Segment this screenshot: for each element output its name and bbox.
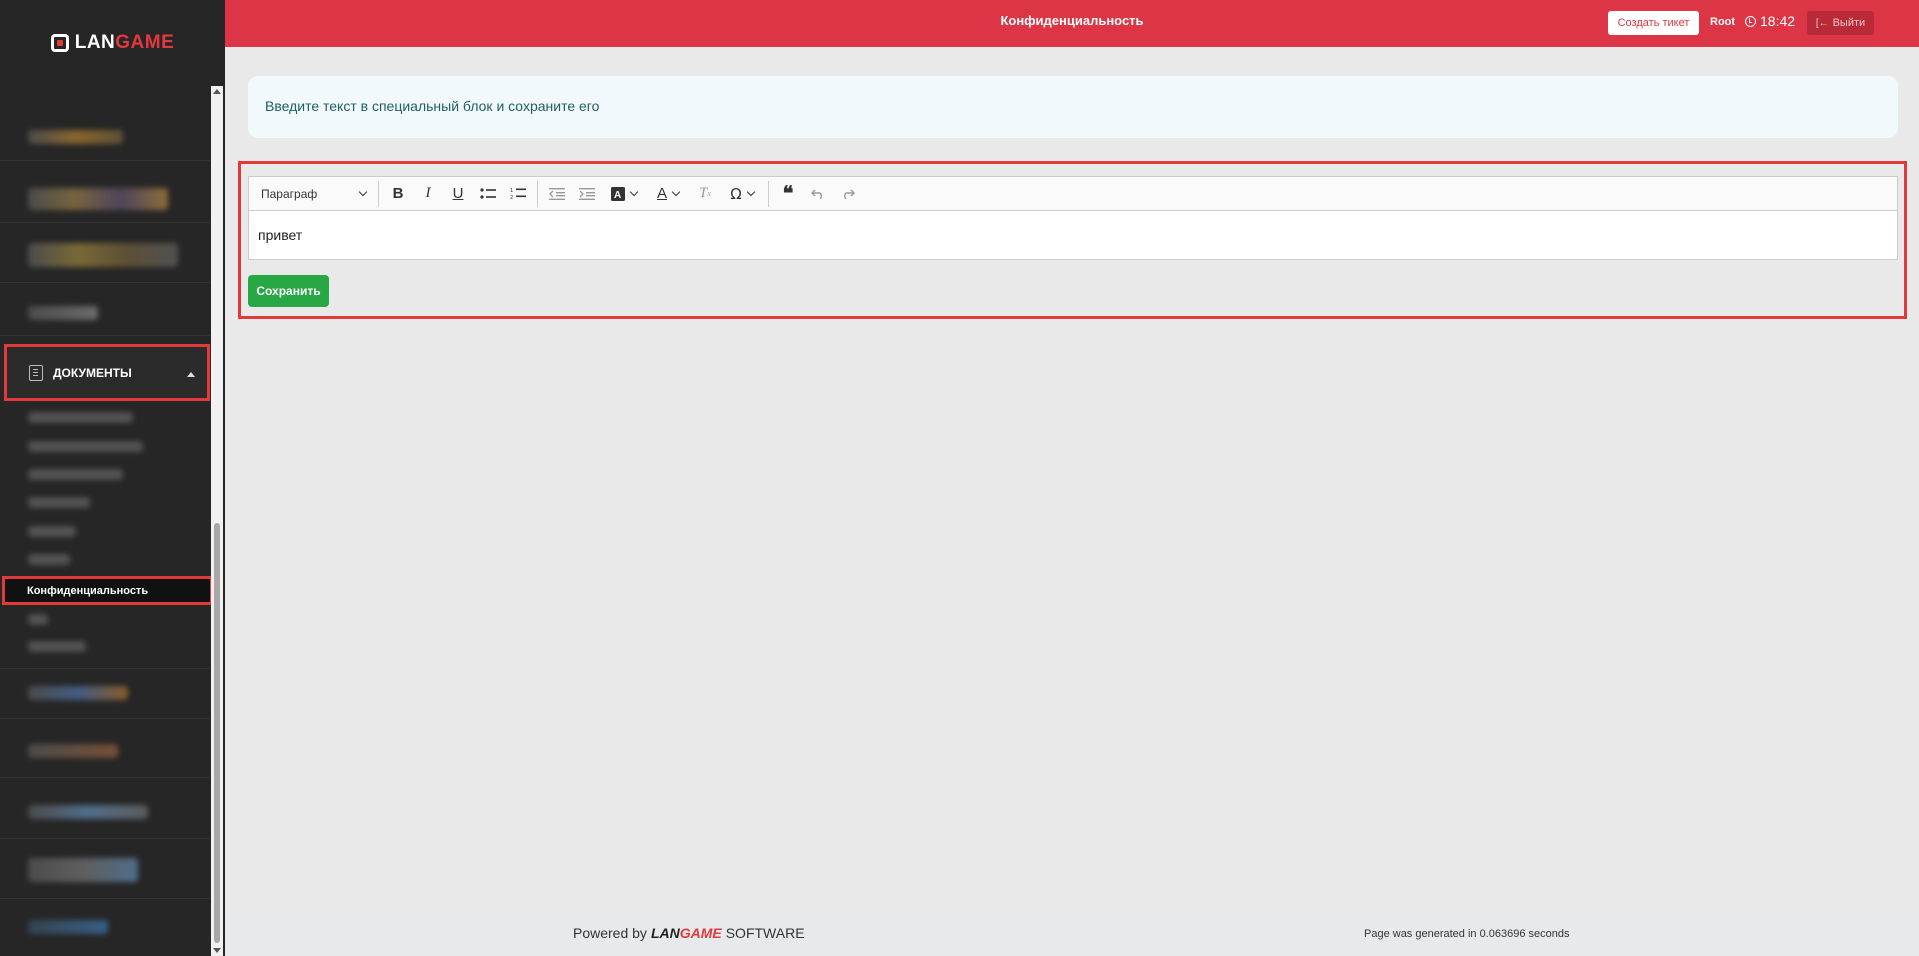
toolbar-divider [378, 180, 379, 207]
clock-time: 18:42 [1760, 13, 1796, 29]
chevron-down-icon [629, 187, 639, 197]
sidebar: LANGAME ДОКУМЕНТЫ Конфиденциальность [0, 0, 225, 956]
svg-text:2: 2 [510, 195, 513, 200]
caret-up-icon [187, 372, 195, 377]
submenu-item-blurred[interactable] [28, 554, 70, 565]
footer: Powered by LANGAME SOFTWARE Page was gen… [225, 910, 1919, 956]
chevron-down-icon [671, 187, 681, 197]
powered-by-label: Powered by [573, 925, 647, 941]
sidebar-item-documents[interactable]: ДОКУМЕНТЫ [4, 344, 210, 401]
sidebar-item-label: Конфиденциальность [27, 584, 149, 597]
create-ticket-button[interactable]: Создать тикет [1608, 11, 1699, 35]
font-color-icon[interactable]: A [646, 180, 690, 208]
scrollbar-thumb[interactable] [214, 523, 220, 943]
sidebar-divider [0, 777, 210, 778]
sidebar-divider [0, 898, 210, 899]
submenu-item-blurred[interactable] [28, 641, 86, 652]
paragraph-format-select[interactable]: Параграф [261, 187, 374, 201]
sidebar-item-blurred[interactable] [28, 920, 108, 934]
info-message: Введите текст в специальный блок и сохра… [248, 76, 1898, 138]
editor-content-area[interactable]: привет [248, 211, 1898, 260]
svg-text:1: 1 [510, 188, 513, 194]
user-name[interactable]: Root [1710, 16, 1735, 28]
generation-time: Page was generated in 0.063696 seconds [1364, 928, 1570, 940]
outdent-icon[interactable] [542, 180, 572, 208]
submenu-item-blurred[interactable] [28, 469, 123, 480]
logout-button[interactable]: [← Выйти [1807, 11, 1874, 35]
redo-icon[interactable] [833, 180, 863, 208]
footer-brand-logo[interactable]: LANGAME [651, 925, 722, 941]
powered-by: Powered by LANGAME SOFTWARE [573, 925, 805, 941]
sidebar-item-blurred[interactable] [28, 858, 138, 882]
highlight-color-icon[interactable]: A [602, 180, 646, 208]
sidebar-item-blurred[interactable] [28, 306, 98, 320]
top-bar: Конфиденциальность Создать тикет Root 18… [225, 0, 1919, 47]
underline-icon[interactable]: U [443, 180, 473, 208]
remove-format-icon[interactable]: Tx [690, 180, 720, 208]
blockquote-icon[interactable]: ❝ [773, 180, 803, 208]
bold-icon[interactable]: B [383, 180, 413, 208]
bulleted-list-icon[interactable] [473, 180, 503, 208]
save-button[interactable]: Сохранить [248, 275, 329, 307]
italic-icon[interactable]: I [413, 180, 443, 208]
toolbar-divider [537, 180, 538, 207]
sidebar-divider [0, 838, 210, 839]
sidebar-divider [0, 718, 210, 719]
editor-toolbar: Параграф B I U 12 A A Tx Ω ❝ [248, 176, 1898, 211]
toolbar-divider [768, 180, 769, 207]
sidebar-item-blurred[interactable] [28, 130, 123, 144]
sidebar-divider [0, 335, 210, 336]
indent-icon[interactable] [572, 180, 602, 208]
logo-text-prefix: LAN [74, 31, 116, 53]
footer-brand-suffix: GAME [679, 925, 722, 941]
submenu-item-blurred[interactable] [28, 412, 133, 423]
submenu-item-blurred[interactable] [28, 526, 76, 537]
sidebar-item-label: ДОКУМЕНТЫ [53, 365, 132, 380]
undo-icon[interactable] [803, 180, 833, 208]
clock-icon [1745, 15, 1756, 27]
submenu-item-blurred[interactable] [28, 614, 48, 625]
sidebar-divider [0, 222, 210, 223]
sidebar-item-blurred[interactable] [28, 188, 168, 210]
paragraph-format-label: Параграф [261, 186, 318, 201]
clock: 18:42 [1745, 13, 1795, 29]
submenu-item-blurred[interactable] [28, 441, 143, 452]
sidebar-divider [0, 160, 210, 161]
footer-brand-prefix: LAN [650, 925, 680, 941]
sidebar-divider [0, 282, 210, 283]
numbered-list-icon[interactable]: 12 [503, 180, 533, 208]
scroll-up-arrow-icon[interactable] [213, 89, 221, 94]
sidebar-item-blurred[interactable] [28, 744, 118, 758]
chevron-down-icon [746, 187, 755, 197]
special-characters-icon[interactable]: Ω [720, 180, 764, 208]
sidebar-item-blurred[interactable] [28, 243, 178, 267]
sidebar-item-privacy[interactable]: Конфиденциальность [2, 576, 213, 605]
chevron-down-icon [358, 187, 368, 197]
logo-text-suffix: GAME [115, 31, 175, 53]
logout-label: Выйти [1832, 17, 1866, 29]
submenu-item-blurred[interactable] [28, 497, 90, 508]
software-label: SOFTWARE [725, 925, 805, 941]
document-icon [29, 364, 43, 381]
sidebar-item-blurred[interactable] [28, 805, 148, 819]
svg-text:A: A [614, 190, 621, 201]
logout-icon: [← [1815, 17, 1829, 29]
scroll-down-arrow-icon[interactable] [213, 948, 221, 953]
logo-icon [50, 33, 69, 52]
logo[interactable]: LANGAME [0, 0, 225, 85]
sidebar-scrollbar[interactable] [211, 86, 223, 956]
sidebar-item-blurred[interactable] [28, 686, 128, 700]
sidebar-divider [0, 668, 210, 669]
